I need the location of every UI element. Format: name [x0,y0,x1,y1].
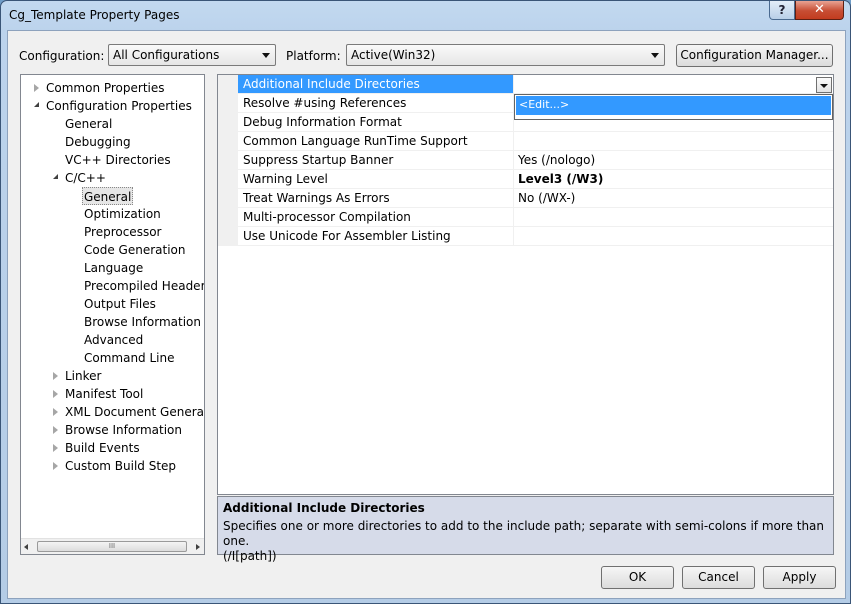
close-button[interactable]: ✕ [795,1,844,20]
dropdown-item-edit[interactable]: <Edit...> [516,96,831,115]
chevron-down-icon [651,53,659,58]
property-value[interactable] [514,227,833,246]
property-row[interactable]: Additional Include Directories [218,75,833,94]
property-row[interactable]: Treat Warnings As Errors No (/WX-) [218,189,833,208]
tree-item[interactable]: Browse Information [84,313,201,331]
configuration-value: All Configurations [113,48,220,62]
expanded-arrow-icon[interactable] [53,174,58,179]
scroll-thumb[interactable]: III [37,541,187,552]
description-switch: (/I[path]) [223,549,277,563]
value-dropdown-list[interactable]: <Edit...> [514,94,833,120]
description-text: Specifies one or more directories to add… [223,519,825,548]
tree-item[interactable]: Output Files [84,295,156,313]
property-name[interactable]: Warning Level [238,170,514,189]
tree-item[interactable]: C/C++ [65,169,106,187]
property-row[interactable]: Multi-processor Compilation [218,208,833,227]
description-body: Specifies one or more directories to add… [223,519,828,564]
collapsed-arrow-icon[interactable] [53,372,58,380]
scroll-left-icon[interactable] [24,544,28,550]
help-button[interactable]: ? [769,1,795,20]
chevron-down-icon [262,53,270,58]
tree-item[interactable]: General [65,115,112,133]
collapsed-arrow-icon[interactable] [53,426,58,434]
tree-item[interactable]: XML Document Generator [65,403,204,421]
apply-button[interactable]: Apply [763,566,836,589]
tree-item[interactable]: Browse Information [65,421,182,439]
value-dropdown-button[interactable] [816,77,832,93]
chevron-down-icon [820,84,828,88]
collapsed-arrow-icon[interactable] [34,84,39,92]
row-gutter [218,170,238,189]
tree-item[interactable]: Precompiled Headers [84,277,204,295]
property-name[interactable]: Multi-processor Compilation [238,208,514,227]
expanded-arrow-icon[interactable] [34,102,39,107]
platform-dropdown[interactable]: Active(Win32) [346,44,665,66]
dialog-window: Cg_Template Property Pages ? ✕ Configura… [0,0,851,604]
configuration-manager-button[interactable]: Configuration Manager... [676,44,833,67]
property-name[interactable]: Use Unicode For Assembler Listing [238,227,514,246]
row-gutter [218,94,238,113]
property-name[interactable]: Additional Include Directories [238,75,514,94]
collapsed-arrow-icon[interactable] [53,408,58,416]
row-gutter [218,75,238,94]
property-row[interactable]: Common Language RunTime Support [218,132,833,151]
property-name[interactable]: Debug Information Format [238,113,514,132]
property-name[interactable]: Resolve #using References [238,94,514,113]
property-name[interactable]: Treat Warnings As Errors [238,189,514,208]
property-tree[interactable]: Common Properties Configuration Propertie… [20,74,205,555]
collapsed-arrow-icon[interactable] [53,390,58,398]
row-gutter [218,151,238,170]
row-gutter [218,132,238,151]
tree-item[interactable]: Build Events [65,439,140,457]
property-row[interactable]: Suppress Startup Banner Yes (/nologo) [218,151,833,170]
property-value[interactable] [514,208,833,227]
row-gutter [218,113,238,132]
row-gutter [218,189,238,208]
collapsed-arrow-icon[interactable] [53,444,58,452]
property-value[interactable] [514,132,833,151]
platform-label: Platform: [286,49,341,63]
window-title: Cg_Template Property Pages [9,8,180,22]
tree-item[interactable]: Preprocessor [84,223,161,241]
row-gutter [218,227,238,246]
tree-item[interactable]: General [82,187,134,205]
property-value[interactable]: Yes (/nologo) [514,151,833,170]
tree-item[interactable]: Command Line [84,349,175,367]
configuration-label: Configuration: [19,49,105,63]
tree-item[interactable]: Optimization [84,205,161,223]
tree-item[interactable]: Language [84,259,143,277]
property-row[interactable]: Use Unicode For Assembler Listing [218,227,833,246]
tree-item[interactable]: Code Generation [84,241,185,259]
tree-item[interactable]: Custom Build Step [65,457,176,475]
cancel-button[interactable]: Cancel [682,566,755,589]
tree-item[interactable]: Common Properties [46,79,165,97]
configuration-dropdown[interactable]: All Configurations [108,44,276,66]
tree-item[interactable]: Manifest Tool [65,385,143,403]
tree-item[interactable]: Linker [65,367,101,385]
row-gutter [218,208,238,227]
property-grid[interactable]: Additional Include Directories Resolve #u… [217,74,834,495]
description-title: Additional Include Directories [223,501,425,515]
collapsed-arrow-icon[interactable] [53,462,58,470]
ok-button[interactable]: OK [601,566,674,589]
scroll-right-icon[interactable] [196,544,200,550]
dialog-client-area: Configuration: All Configurations Platfo… [7,30,846,599]
tree-item[interactable]: Configuration Properties [46,97,192,115]
tree-item[interactable]: Advanced [84,331,143,349]
property-value[interactable] [514,75,833,94]
property-name[interactable]: Suppress Startup Banner [238,151,514,170]
property-value[interactable]: No (/WX-) [514,189,833,208]
property-name[interactable]: Common Language RunTime Support [238,132,514,151]
property-value[interactable]: Level3 (/W3) [514,170,833,189]
description-panel: Additional Include Directories Specifies… [217,496,834,563]
tree-item[interactable]: Debugging [65,133,131,151]
tree-horizontal-scrollbar[interactable]: III [21,538,204,554]
platform-value: Active(Win32) [351,48,436,62]
tree-item[interactable]: VC++ Directories [65,151,171,169]
property-row[interactable]: Warning Level Level3 (/W3) [218,170,833,189]
